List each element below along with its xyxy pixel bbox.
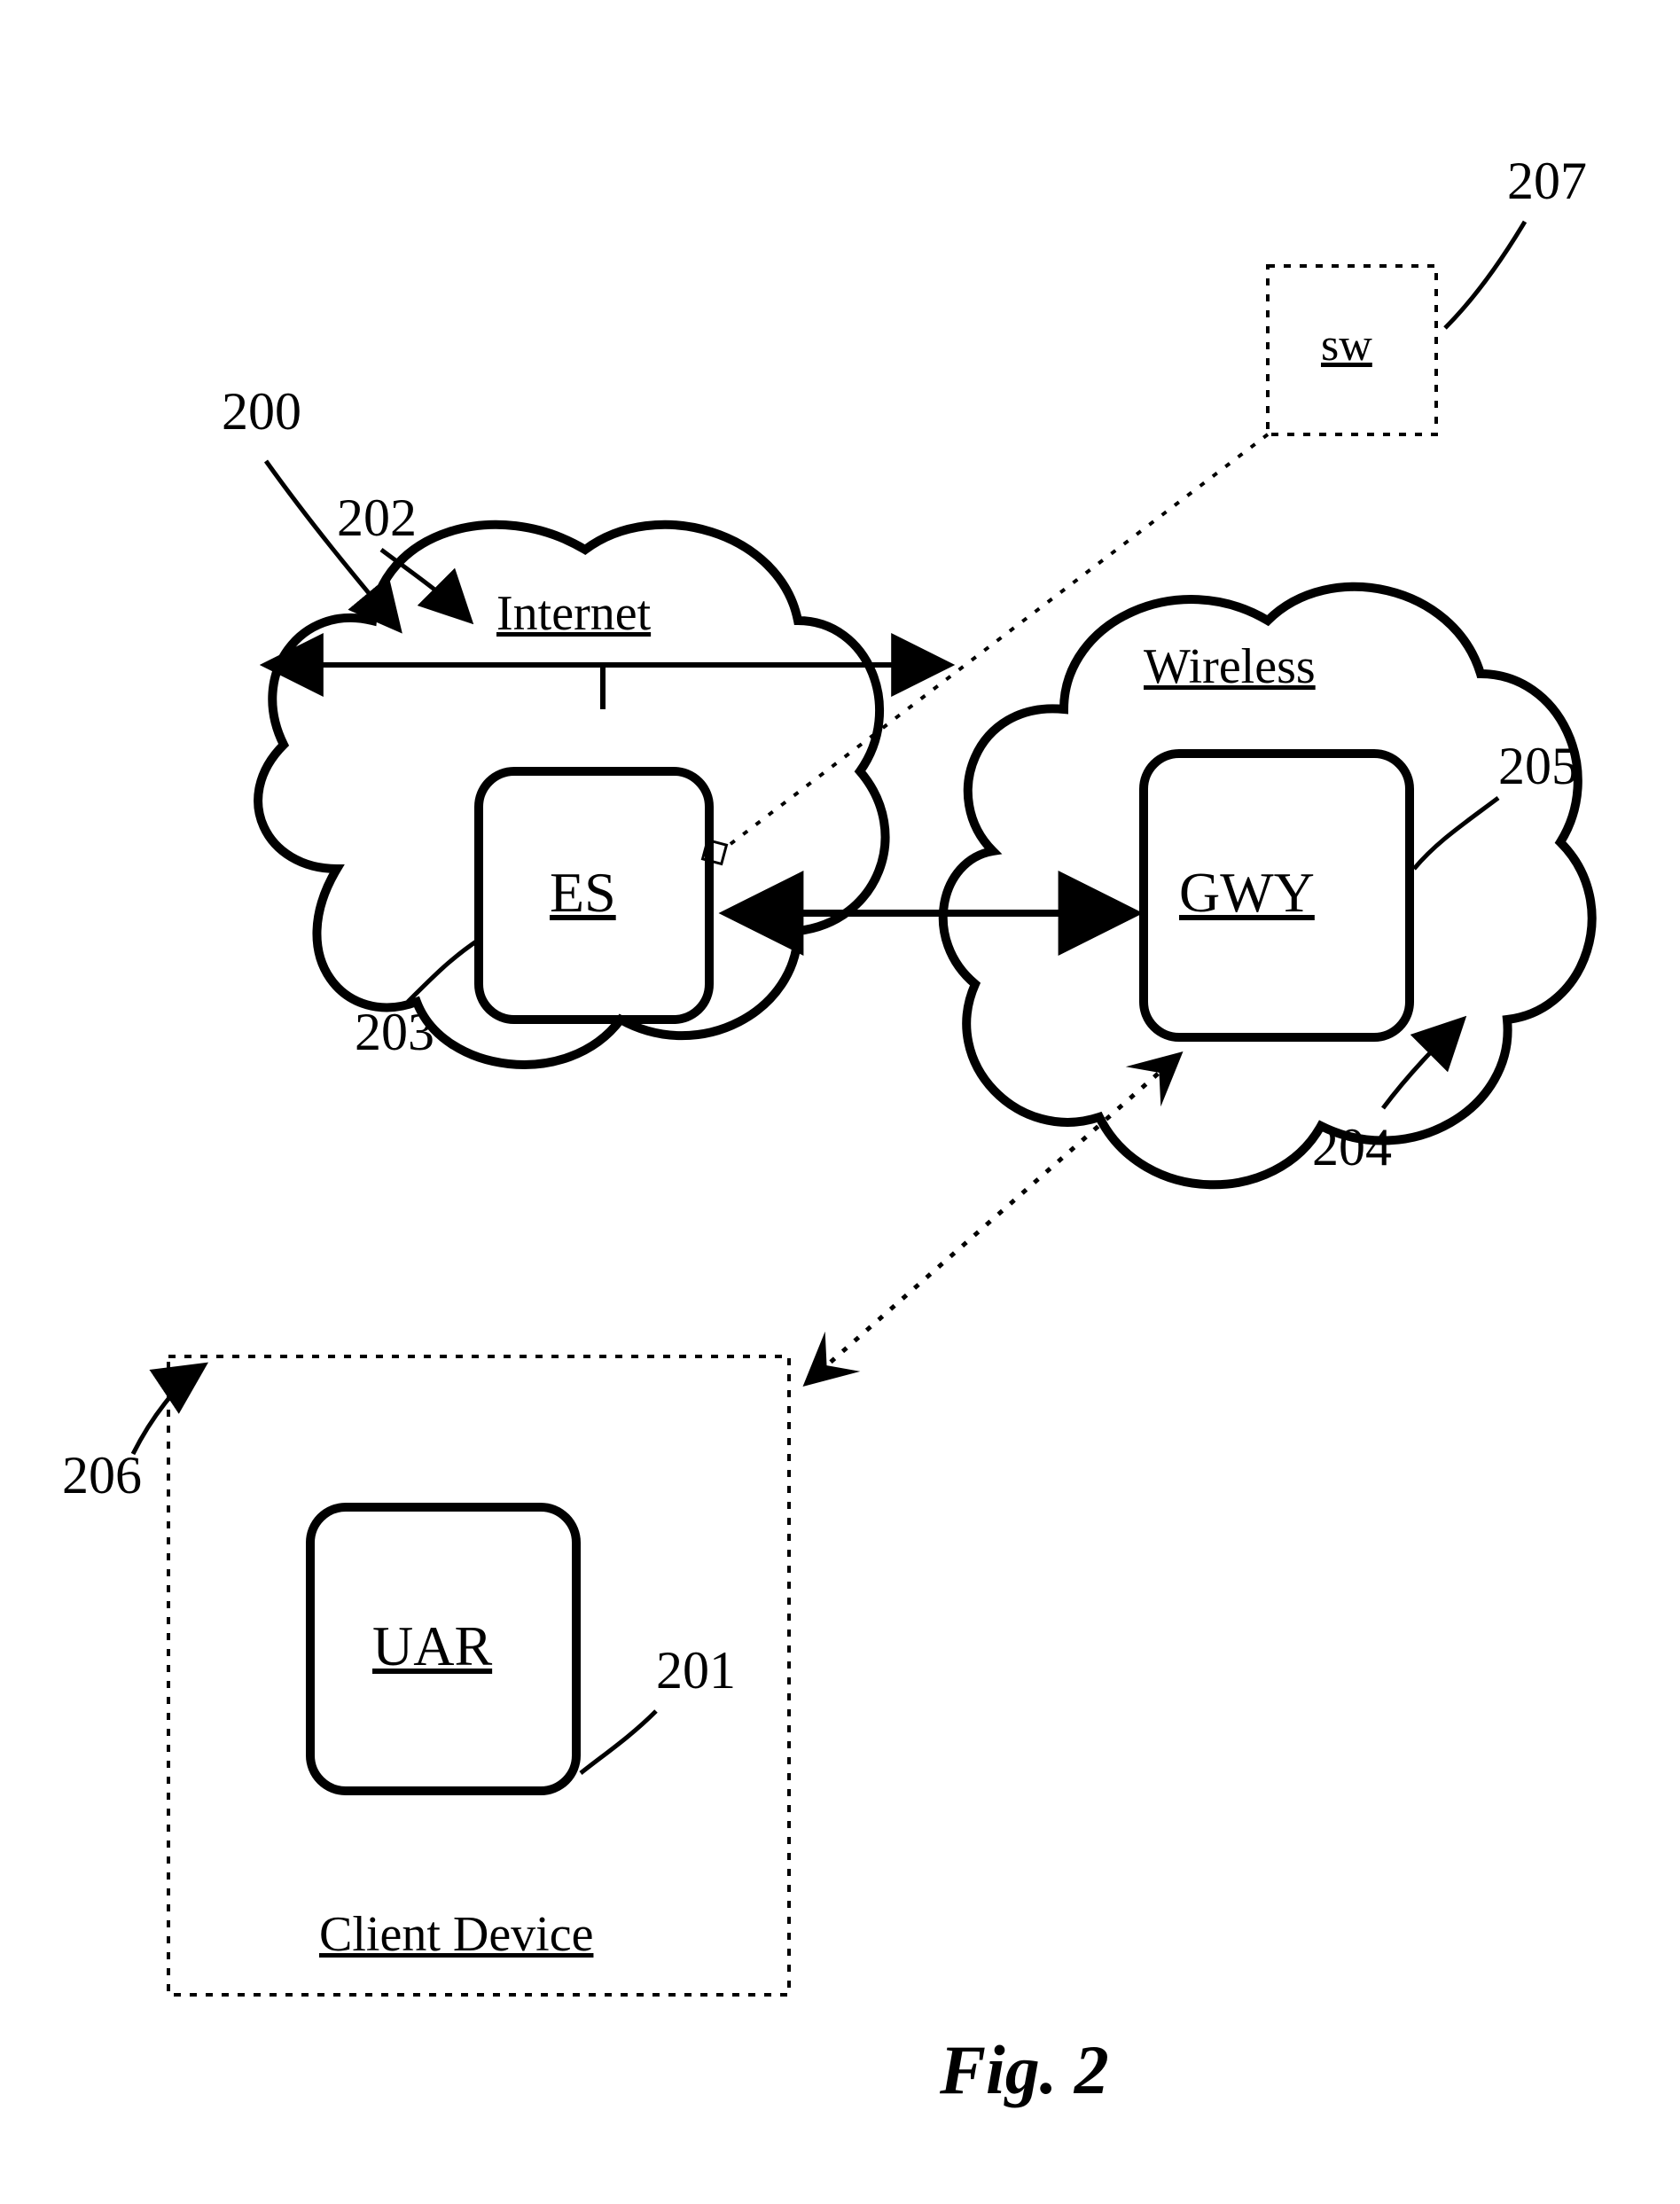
ref-207: 207	[1507, 151, 1587, 212]
diagram-canvas	[0, 0, 1680, 2204]
es-label: ES	[550, 860, 616, 926]
ref-203: 203	[355, 1002, 434, 1063]
ref-204: 204	[1312, 1117, 1392, 1178]
ref-206: 206	[62, 1445, 142, 1506]
client-device-title: Client Device	[319, 1906, 593, 1963]
ref-202-leader	[381, 550, 470, 621]
client-gwy-link	[807, 1055, 1179, 1383]
ref-200: 200	[222, 381, 301, 442]
ref-205-leader	[1414, 798, 1498, 869]
sw-label: sw	[1321, 319, 1372, 371]
uar-label: UAR	[372, 1614, 492, 1679]
wireless-title: Wireless	[1144, 638, 1316, 695]
ref-207-leader	[1445, 222, 1525, 328]
ref-201-leader	[581, 1711, 656, 1773]
figure-label: Fig. 2	[940, 2030, 1109, 2110]
ref-201: 201	[656, 1640, 736, 1701]
ref-202: 202	[337, 488, 417, 549]
gwy-label: GWY	[1179, 860, 1315, 926]
ref-203-leader	[408, 940, 479, 1002]
internet-title: Internet	[496, 585, 651, 642]
ref-205: 205	[1498, 736, 1578, 797]
